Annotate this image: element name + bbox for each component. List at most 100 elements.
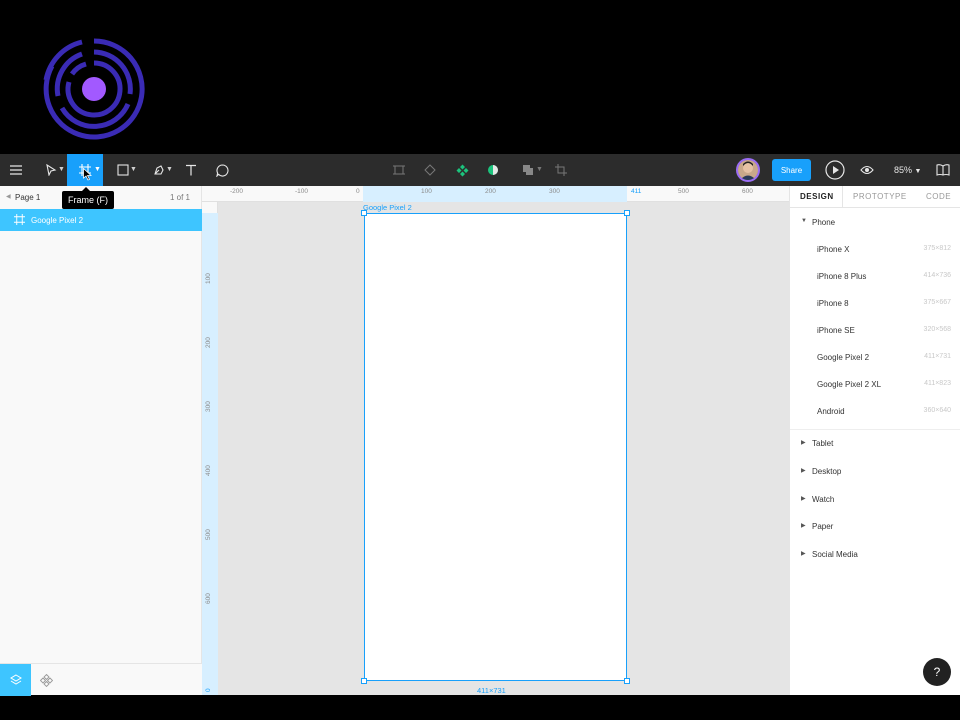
ruler-tick: 200 — [485, 188, 496, 195]
move-tool-button[interactable]: ▼ — [36, 154, 66, 186]
chevron-down-icon: ▼ — [166, 166, 173, 173]
help-button[interactable]: ? — [923, 658, 951, 686]
crop-frame-icon — [393, 165, 405, 175]
ruler-selection-highlight — [202, 213, 218, 695]
device-preset-item[interactable]: iPhone SE 320×568 — [790, 322, 960, 340]
ruler-tick: 200 — [205, 337, 212, 348]
crop-button[interactable] — [552, 154, 570, 186]
chevron-right-icon: ◀ — [6, 194, 11, 200]
ruler-tick: 500 — [678, 188, 689, 195]
component-icon — [456, 164, 468, 176]
divider — [790, 429, 960, 430]
pen-icon — [154, 165, 164, 175]
device-size: 375×812 — [923, 245, 951, 252]
category-social-media[interactable]: ▶ Social Media — [790, 546, 960, 564]
layer-item-google-pixel-2[interactable]: Google Pixel 2 — [0, 209, 202, 231]
device-size: 411×731 — [924, 353, 951, 360]
resize-handle-top-right[interactable] — [624, 210, 630, 216]
device-size: 320×568 — [923, 326, 951, 333]
page-count: 1 of 1 — [169, 193, 190, 202]
category-watch[interactable]: ▶ Watch — [790, 491, 960, 509]
ruler-tick: 300 — [549, 188, 560, 195]
components-tab-button[interactable] — [31, 664, 62, 696]
ruler-tick: 500 — [205, 529, 212, 540]
device-preset-item[interactable]: iPhone 8 Plus 414×736 — [790, 268, 960, 286]
ruler-tick: 300 — [205, 401, 212, 412]
category-label: Phone — [812, 218, 836, 227]
boolean-union-icon — [523, 165, 533, 175]
device-preset-item[interactable]: Google Pixel 2 411×731 — [790, 349, 960, 367]
chevron-right-icon: ▶ — [801, 551, 806, 557]
chevron-down-icon: ▼ — [58, 166, 65, 173]
move-arrow-icon — [46, 164, 57, 176]
ruler-tick: 0 — [356, 188, 360, 195]
chevron-down-icon: ▼ — [94, 166, 101, 173]
google-pixel-2-frame[interactable] — [364, 213, 627, 681]
layers-tab-button[interactable] — [0, 664, 31, 696]
device-name: iPhone X — [817, 245, 850, 254]
layers-icon — [9, 674, 22, 685]
present-button[interactable] — [824, 154, 846, 186]
tab-design[interactable]: DESIGN — [800, 186, 834, 208]
tab-prototype[interactable]: PROTOTYPE — [853, 186, 907, 208]
device-preset-item[interactable]: iPhone X 375×812 — [790, 241, 960, 259]
category-desktop[interactable]: ▶ Desktop — [790, 463, 960, 481]
ruler-tick: 411 — [631, 188, 642, 195]
ruler-tick: -100 — [295, 188, 309, 195]
comment-tool-button[interactable] — [211, 154, 233, 186]
hamburger-icon — [10, 165, 22, 175]
resize-handle-bottom-right[interactable] — [624, 678, 630, 684]
layers-panel: ◀ Page 1 1 of 1 Google Pixel 2 — [0, 186, 202, 696]
resize-handle-top-left[interactable] — [361, 210, 367, 216]
device-preset-item[interactable]: Android 360×640 — [790, 403, 960, 421]
category-paper[interactable]: ▶ Paper — [790, 518, 960, 536]
pen-tool-button[interactable]: ▼ — [144, 154, 174, 186]
chevron-down-icon: ▼ — [130, 166, 137, 173]
library-button[interactable] — [932, 154, 954, 186]
boolean-button[interactable]: ▼ — [514, 154, 543, 186]
app-root: ▼ ▼ ▼ ▼ ▼ Share 85% ▼ Frame (F) ◀ Page 1… — [0, 0, 960, 720]
ruler-tick: 100 — [205, 273, 212, 284]
category-phone[interactable]: ▼ Phone — [790, 214, 960, 232]
main-menu-button[interactable] — [0, 154, 32, 186]
book-icon — [936, 164, 950, 176]
category-tablet[interactable]: ▶ Tablet — [790, 435, 960, 453]
text-icon — [186, 164, 196, 176]
comment-icon — [215, 163, 229, 177]
device-preset-item[interactable]: Google Pixel 2 XL 411×823 — [790, 376, 960, 394]
category-label: Social Media — [812, 550, 858, 559]
view-button[interactable] — [857, 154, 877, 186]
eye-icon — [860, 165, 874, 175]
frame-title[interactable]: Google Pixel 2 — [363, 203, 412, 212]
crop-icon — [555, 164, 567, 176]
canvas[interactable]: -200 -100 0 100 200 300 411 500 600 100 … — [202, 186, 789, 695]
component-outline-icon — [424, 164, 436, 176]
ruler-tick: 0 — [205, 688, 212, 692]
ruler-tick: 400 — [205, 465, 212, 476]
mask-icon — [488, 165, 498, 175]
chevron-right-icon: ▶ — [801, 440, 806, 446]
mouse-cursor-icon — [83, 168, 92, 181]
create-component-button[interactable] — [421, 154, 439, 186]
frame-dimensions: 411×731 — [477, 686, 506, 695]
category-label: Desktop — [812, 467, 842, 476]
resize-to-fit-button[interactable] — [390, 154, 408, 186]
chevron-down-icon: ▼ — [914, 168, 922, 175]
shape-tool-button[interactable]: ▼ — [108, 154, 138, 186]
tab-code[interactable]: CODE — [926, 186, 951, 208]
share-button[interactable]: Share — [772, 159, 811, 181]
device-name: Android — [817, 407, 845, 416]
category-label: Watch — [812, 495, 835, 504]
chevron-right-icon: ▶ — [801, 523, 806, 529]
device-name: iPhone 8 Plus — [817, 272, 867, 281]
component-button[interactable] — [453, 154, 471, 186]
resize-handle-bottom-left[interactable] — [361, 678, 367, 684]
mask-button[interactable] — [484, 154, 502, 186]
avatar[interactable] — [736, 158, 760, 182]
device-size: 375×667 — [923, 299, 951, 306]
user-face-icon — [738, 160, 758, 180]
ruler-tick: 600 — [205, 593, 212, 604]
zoom-level-dropdown[interactable]: 85% ▼ — [894, 154, 921, 186]
device-preset-item[interactable]: iPhone 8 375×667 — [790, 295, 960, 313]
text-tool-button[interactable] — [180, 154, 202, 186]
